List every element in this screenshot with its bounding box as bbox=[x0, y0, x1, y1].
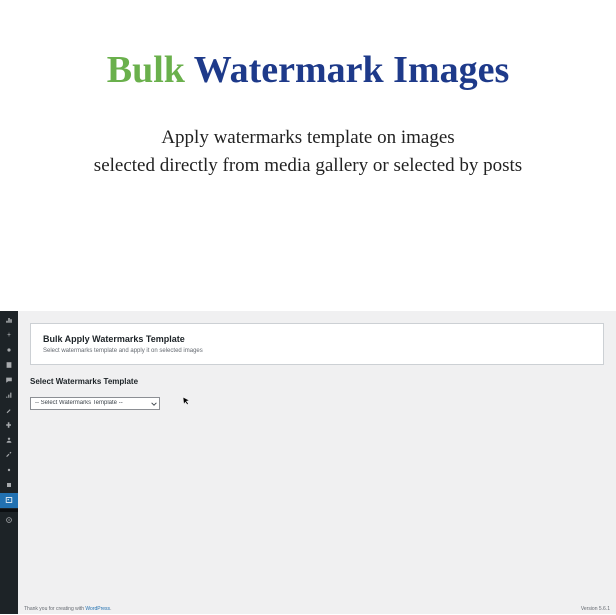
sidebar-separator bbox=[0, 509, 18, 512]
plugin-icon bbox=[5, 421, 13, 431]
sidebar-item-plugins[interactable] bbox=[0, 418, 18, 433]
wp-admin-sidebar bbox=[0, 311, 18, 614]
template-select-section: Select Watermarks Template -- Select Wat… bbox=[30, 377, 604, 410]
image-icon bbox=[5, 496, 13, 506]
sidebar-item-watermark[interactable] bbox=[0, 493, 18, 508]
comment-icon bbox=[5, 376, 13, 386]
sidebar-item-appearance[interactable] bbox=[0, 403, 18, 418]
intro-card: Bulk Apply Watermarks Template Select wa… bbox=[30, 323, 604, 365]
sidebar-item-settings[interactable] bbox=[0, 463, 18, 478]
subtitle-line-2: selected directly from media gallery or … bbox=[30, 152, 586, 181]
media-icon bbox=[5, 346, 13, 356]
sidebar-item-dashboard[interactable] bbox=[0, 313, 18, 328]
select-wrapper: -- Select Watermarks Template -- bbox=[30, 391, 160, 410]
footer-thanks-suffix: . bbox=[110, 606, 111, 612]
wp-admin-main: Bulk Apply Watermarks Template Select wa… bbox=[18, 311, 616, 614]
pin-icon bbox=[5, 331, 13, 341]
square-icon bbox=[5, 481, 13, 491]
watermark-template-select[interactable]: -- Select Watermarks Template -- bbox=[30, 397, 160, 410]
sidebar-item-users[interactable] bbox=[0, 433, 18, 448]
title-word-rest: Watermark Images bbox=[194, 49, 510, 91]
title-word-bulk: Bulk bbox=[107, 49, 185, 91]
sidebar-item-posts[interactable] bbox=[0, 328, 18, 343]
hero-subtitle: Apply watermarks template on images sele… bbox=[30, 124, 586, 181]
collapse-icon bbox=[5, 516, 13, 526]
footer-version: Version 5.6.1 bbox=[581, 606, 610, 612]
sidebar-item-generic[interactable] bbox=[0, 478, 18, 493]
page-title: Bulk Watermark Images bbox=[30, 50, 586, 92]
subtitle-line-1: Apply watermarks template on images bbox=[30, 124, 586, 153]
gear-icon bbox=[5, 466, 13, 476]
card-title: Bulk Apply Watermarks Template bbox=[43, 334, 591, 344]
wp-admin-footer: Thank you for creating with WordPress. V… bbox=[18, 604, 616, 614]
sidebar-item-pages[interactable] bbox=[0, 358, 18, 373]
sidebar-item-tools[interactable] bbox=[0, 448, 18, 463]
sidebar-item-comments[interactable] bbox=[0, 373, 18, 388]
sidebar-item-analytics[interactable] bbox=[0, 388, 18, 403]
footer-thanks: Thank you for creating with WordPress. bbox=[24, 606, 111, 612]
cursor-icon bbox=[182, 392, 190, 400]
section-label: Select Watermarks Template bbox=[30, 377, 604, 386]
user-icon bbox=[5, 436, 13, 446]
wrench-icon bbox=[5, 451, 13, 461]
page-icon bbox=[5, 361, 13, 371]
hero-section: Bulk Watermark Images Apply watermarks t… bbox=[0, 0, 616, 211]
brush-icon bbox=[5, 406, 13, 416]
footer-wordpress-link[interactable]: WordPress bbox=[85, 606, 110, 612]
footer-thanks-prefix: Thank you for creating with bbox=[24, 606, 85, 612]
sidebar-item-media[interactable] bbox=[0, 343, 18, 358]
chart-icon bbox=[5, 391, 13, 401]
wp-admin-screenshot: Bulk Apply Watermarks Template Select wa… bbox=[0, 311, 616, 614]
card-description: Select watermarks template and apply it … bbox=[43, 348, 591, 354]
dashboard-icon bbox=[5, 316, 13, 326]
sidebar-item-collapse[interactable] bbox=[0, 513, 18, 528]
